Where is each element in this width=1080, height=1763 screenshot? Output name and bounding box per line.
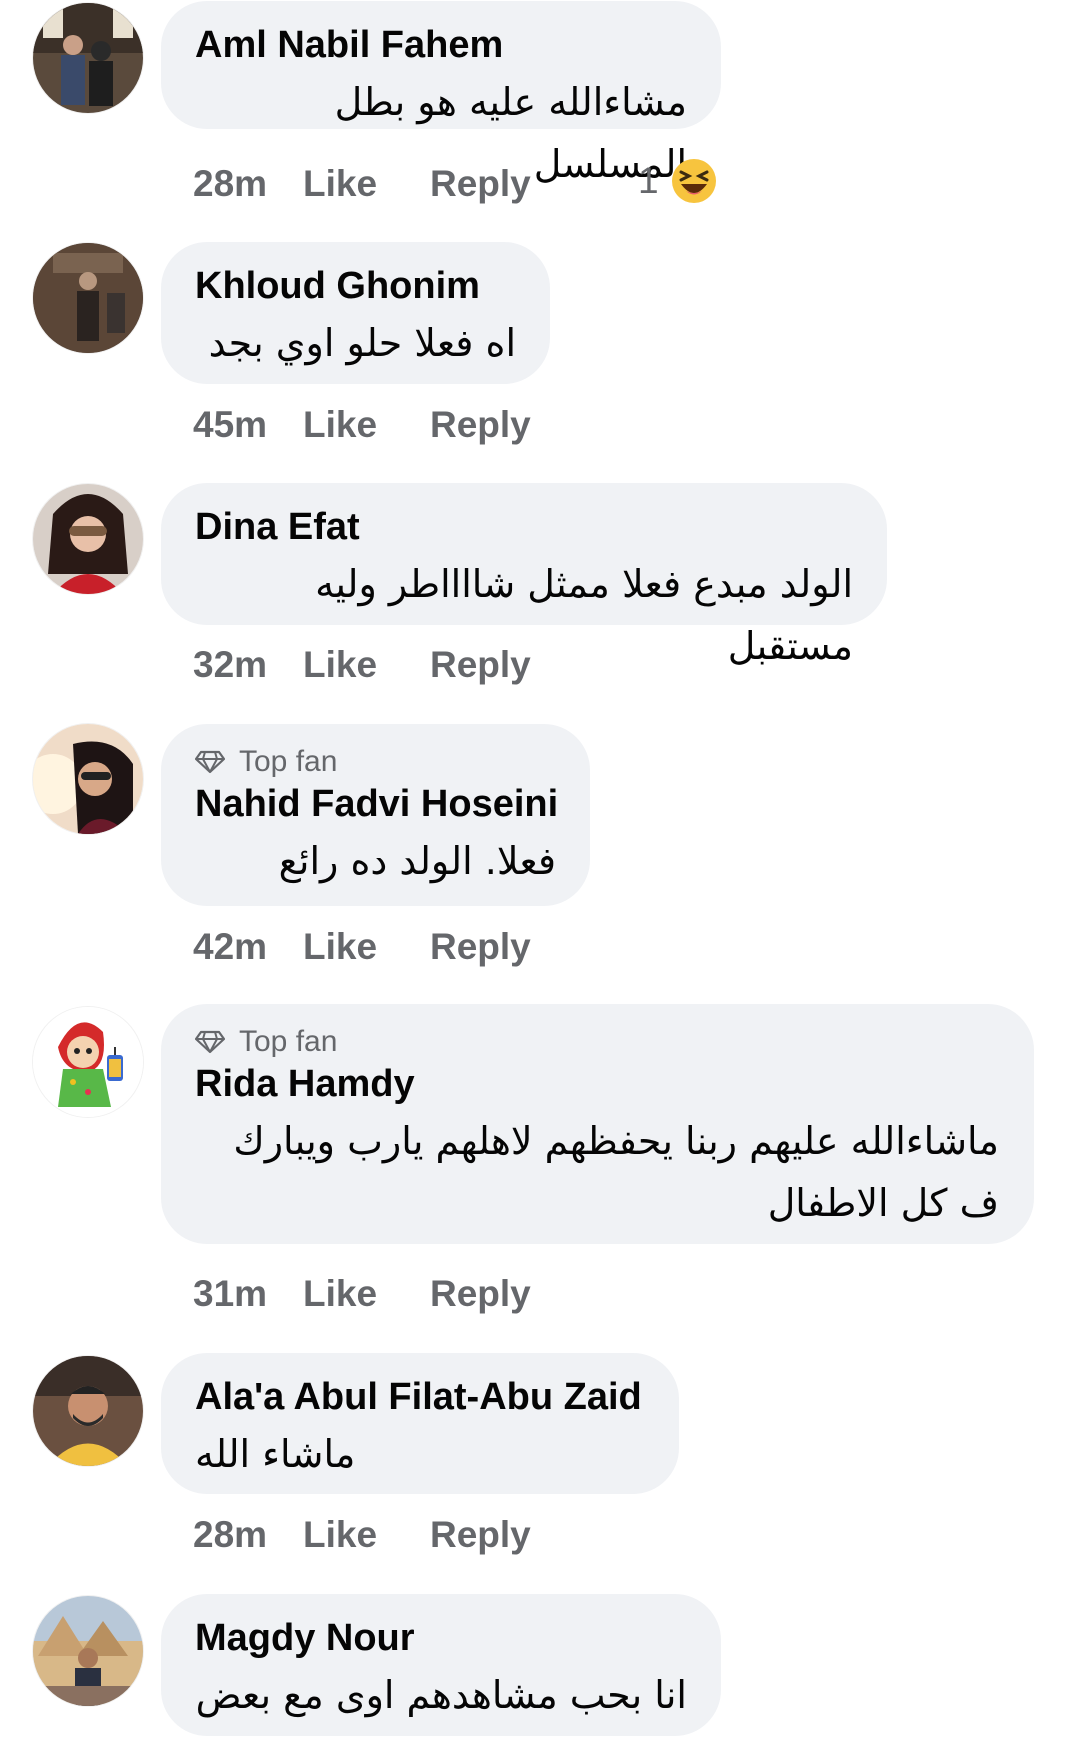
like-button[interactable]: Like	[303, 1273, 430, 1315]
comment-time[interactable]: 45m	[193, 404, 303, 446]
comment-time[interactable]: 32m	[193, 644, 303, 686]
reply-button[interactable]: Reply	[430, 926, 580, 968]
avatar[interactable]	[33, 1596, 143, 1706]
comment-author[interactable]: Dina Efat	[195, 505, 853, 549]
comment-author[interactable]: Khloud Ghonim	[195, 264, 516, 308]
reaction-summary[interactable]: 1	[638, 158, 717, 204]
comment-actions: 31m Like Reply	[193, 1270, 580, 1318]
comment-actions: 32m Like Reply	[193, 641, 580, 689]
reply-button[interactable]: Reply	[430, 404, 580, 446]
comment-actions: 28m Like Reply	[193, 160, 580, 208]
avatar[interactable]	[33, 1007, 143, 1117]
comment-actions: 28m Like Reply	[193, 1511, 580, 1559]
top-fan-label: Top fan	[239, 745, 338, 778]
comment-text: ماشاءالله عليهم ربنا يحفظهم لاهلهم يارب …	[233, 1119, 999, 1225]
top-fan-label: Top fan	[239, 1025, 338, 1058]
reply-button[interactable]: Reply	[430, 1514, 580, 1556]
laughing-emoji-icon	[671, 159, 716, 203]
comment-actions: 45m Like Reply	[193, 401, 580, 449]
comment-time[interactable]: 28m	[193, 163, 303, 205]
avatar[interactable]	[33, 243, 143, 353]
comment-bubble: Khloud Ghonim اه فعلا حلو اوي بجد	[161, 242, 550, 384]
reply-button[interactable]: Reply	[430, 163, 580, 205]
comment-bubble: Dina Efat الولد مبدع فعلا ممثل شااااطر و…	[161, 483, 887, 668]
comment-bubble: Aml Nabil Fahem مشاءالله عليه هو بطل الم…	[161, 1, 721, 186]
comment-text: ماشاء الله	[195, 1432, 356, 1476]
comment-text: اه فعلا حلو اوي بجد	[208, 321, 516, 365]
comment-text: انا بحب مشاهدهم اوى مع بعض	[195, 1673, 687, 1717]
comment-author[interactable]: Magdy Nour	[195, 1616, 687, 1660]
comment-author[interactable]: Rida Hamdy	[195, 1062, 999, 1106]
like-button[interactable]: Like	[303, 163, 430, 205]
avatar[interactable]	[33, 3, 143, 113]
comment-bubble: Top fan Nahid Fadvi Hoseini فعلا. الولد …	[161, 724, 590, 906]
comment-bubble: Magdy Nour انا بحب مشاهدهم اوى مع بعض	[161, 1594, 721, 1736]
comment-author[interactable]: Aml Nabil Fahem	[195, 23, 687, 67]
comment-bubble: Top fan Rida Hamdy ماشاءالله عليهم ربنا …	[161, 1004, 1034, 1244]
comment-bubble: Ala'a Abul Filat-Abu Zaid ماشاء الله	[161, 1353, 679, 1494]
like-button[interactable]: Like	[303, 926, 430, 968]
reply-button[interactable]: Reply	[430, 1273, 580, 1315]
avatar[interactable]	[33, 1356, 143, 1466]
comment-text: فعلا. الولد ده رائع	[278, 839, 556, 883]
reaction-count: 1	[638, 160, 659, 201]
comment-author[interactable]: Nahid Fadvi Hoseini	[195, 782, 558, 826]
like-button[interactable]: Like	[303, 1514, 430, 1556]
top-fan-badge: Top fan	[195, 745, 556, 778]
comment-author[interactable]: Ala'a Abul Filat-Abu Zaid	[195, 1375, 645, 1419]
top-fan-badge: Top fan	[195, 1025, 999, 1058]
like-button[interactable]: Like	[303, 404, 430, 446]
like-button[interactable]: Like	[303, 644, 430, 686]
avatar[interactable]	[33, 484, 143, 594]
reply-button[interactable]: Reply	[430, 644, 580, 686]
diamond-icon	[195, 1030, 225, 1054]
avatar[interactable]	[33, 724, 143, 834]
comment-actions: 42m Like Reply	[193, 923, 580, 971]
comment-time[interactable]: 31m	[193, 1273, 303, 1315]
comment-time[interactable]: 42m	[193, 926, 303, 968]
diamond-icon	[195, 750, 225, 774]
comment-time[interactable]: 28m	[193, 1514, 303, 1556]
